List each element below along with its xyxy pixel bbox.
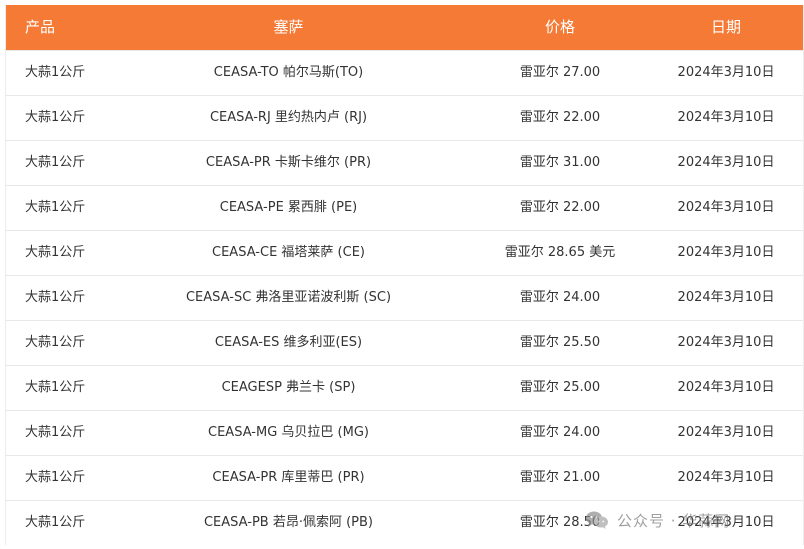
table-row: 大蒜1公斤 CEASA-SC 弗洛里亚诺波利斯 (SC) 雷亚尔 24.00 2… [6,275,803,320]
cell-product: 大蒜1公斤 [25,425,86,440]
cell-date: 2024年3月10日 [677,290,775,305]
cell-product: 大蒜1公斤 [25,335,86,350]
cell-price: 雷亚尔 25.00 [519,380,601,395]
cell-product: 大蒜1公斤 [25,110,86,125]
cell-date: 2024年3月10日 [677,200,775,215]
cell-ceasa: CEASA-ES 维多利亚(ES) [214,335,363,350]
cell-product: 大蒜1公斤 [25,470,86,485]
cell-price: 雷亚尔 24.00 [519,290,601,305]
cell-product: 大蒜1公斤 [25,515,86,530]
cell-price: 雷亚尔 25.50 [519,335,601,350]
watermark: 公众号 · 华蒜网 [585,508,730,532]
cell-ceasa: CEASA-PR 卡斯卡维尔 (PR) [205,155,372,170]
cell-ceasa: CEASA-MG 乌贝拉巴 (MG) [208,425,369,440]
cell-price: 雷亚尔 24.00 [519,425,601,440]
cell-price: 雷亚尔 28.65 美元 [504,245,616,260]
cell-product: 大蒜1公斤 [25,155,86,170]
cell-date: 2024年3月10日 [677,110,775,125]
cell-ceasa: CEASA-RJ 里约热内卢 (RJ) [209,110,368,125]
cell-product: 大蒜1公斤 [25,290,86,305]
price-table: 产品 塞萨 价格 日期 大蒜1公斤 CEASA-TO 帕尔马斯(TO) 雷亚尔 … [5,5,804,545]
cell-date: 2024年3月10日 [677,155,775,170]
cell-ceasa: CEASA-SC 弗洛里亚诺波利斯 (SC) [185,290,392,305]
cell-ceasa: CEASA-PR 库里蒂巴 (PR) [212,470,365,485]
header-ceasa: 塞萨 [273,18,304,36]
cell-ceasa: CEASA-CE 福塔莱萨 (CE) [212,245,365,260]
wechat-icon [585,510,609,530]
cell-ceasa: CEAGESP 弗兰卡 (SP) [221,380,356,395]
header-price: 价格 [544,18,575,36]
table-header: 产品 塞萨 价格 日期 [6,5,803,50]
cell-price: 雷亚尔 21.00 [519,470,601,485]
cell-product: 大蒜1公斤 [25,380,86,395]
cell-ceasa: CEASA-PE 累西腓 (PE) [219,200,358,215]
cell-price: 雷亚尔 22.00 [519,110,601,125]
table-row: 大蒜1公斤 CEASA-PR 库里蒂巴 (PR) 雷亚尔 21.00 2024年… [6,455,803,500]
cell-date: 2024年3月10日 [677,335,775,350]
cell-price: 雷亚尔 22.00 [519,200,601,215]
cell-date: 2024年3月10日 [677,470,775,485]
table-row: 大蒜1公斤 CEASA-PE 累西腓 (PE) 雷亚尔 22.00 2024年3… [6,185,803,230]
cell-price: 雷亚尔 31.00 [519,155,601,170]
table-row: 大蒜1公斤 CEASA-PR 卡斯卡维尔 (PR) 雷亚尔 31.00 2024… [6,140,803,185]
cell-price: 雷亚尔 27.00 [519,65,601,80]
table-row: 大蒜1公斤 CEASA-ES 维多利亚(ES) 雷亚尔 25.50 2024年3… [6,320,803,365]
cell-date: 2024年3月10日 [677,65,775,80]
cell-date: 2024年3月10日 [677,245,775,260]
cell-ceasa: CEASA-TO 帕尔马斯(TO) [213,65,364,80]
cell-date: 2024年3月10日 [677,425,775,440]
table-row: 大蒜1公斤 CEASA-MG 乌贝拉巴 (MG) 雷亚尔 24.00 2024年… [6,410,803,455]
cell-ceasa: CEASA-PB 若昂·佩索阿 (PB) [203,515,374,530]
cell-product: 大蒜1公斤 [25,65,86,80]
table-row: 大蒜1公斤 CEASA-TO 帕尔马斯(TO) 雷亚尔 27.00 2024年3… [6,50,803,95]
cell-date: 2024年3月10日 [677,380,775,395]
cell-product: 大蒜1公斤 [25,245,86,260]
table-row: 大蒜1公斤 CEAGESP 弗兰卡 (SP) 雷亚尔 25.00 2024年3月… [6,365,803,410]
table-row: 大蒜1公斤 CEASA-RJ 里约热内卢 (RJ) 雷亚尔 22.00 2024… [6,95,803,140]
watermark-text: 公众号 · 华蒜网 [617,511,731,530]
header-date: 日期 [710,18,741,36]
table-row: 大蒜1公斤 CEASA-CE 福塔莱萨 (CE) 雷亚尔 28.65 美元 20… [6,230,803,275]
cell-product: 大蒜1公斤 [25,200,86,215]
header-product: 产品 [25,18,56,36]
